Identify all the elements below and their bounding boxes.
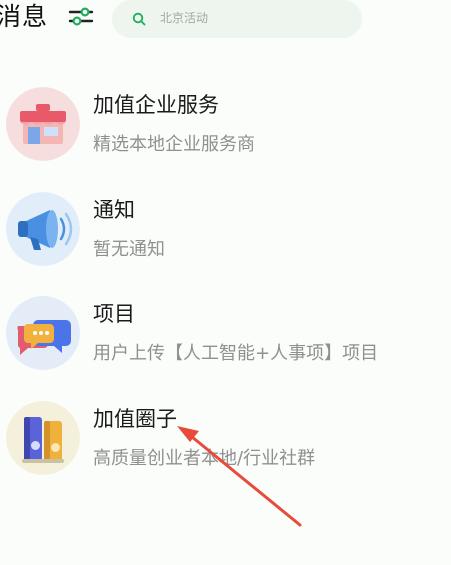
megaphone-icon [6, 192, 80, 266]
message-item-enterprise-services[interactable]: 加值企业服务 精选本地企业服务商 [0, 87, 451, 183]
search-placeholder: 北京活动 [160, 11, 209, 25]
header: 消息 北京活动 [0, 0, 451, 40]
binders-icon [6, 401, 80, 475]
message-subtitle: 精选本地企业服务商 [93, 134, 255, 155]
message-item-projects[interactable]: 项目 用户上传【人工智能+人事项】项目 [0, 296, 451, 392]
page-title: 消息 [0, 2, 49, 31]
message-title: 通知 [93, 198, 135, 222]
chat-bubbles-icon [6, 296, 80, 370]
sliders-icon[interactable] [68, 6, 94, 28]
message-subtitle: 高质量创业者本地/行业社群 [93, 448, 316, 469]
message-item-notifications[interactable]: 通知 暂无通知 [0, 192, 451, 288]
message-title: 加值圈子 [93, 407, 177, 431]
storefront-icon [6, 87, 80, 161]
message-item-circles[interactable]: 加值圈子 高质量创业者本地/行业社群 [0, 401, 451, 497]
search-icon [132, 11, 146, 26]
message-subtitle: 暂无通知 [93, 239, 165, 260]
message-subtitle: 用户上传【人工智能+人事项】项目 [93, 343, 379, 364]
message-title: 加值企业服务 [93, 93, 219, 117]
message-title: 项目 [93, 302, 135, 326]
search-input[interactable]: 北京活动 [112, 0, 362, 38]
